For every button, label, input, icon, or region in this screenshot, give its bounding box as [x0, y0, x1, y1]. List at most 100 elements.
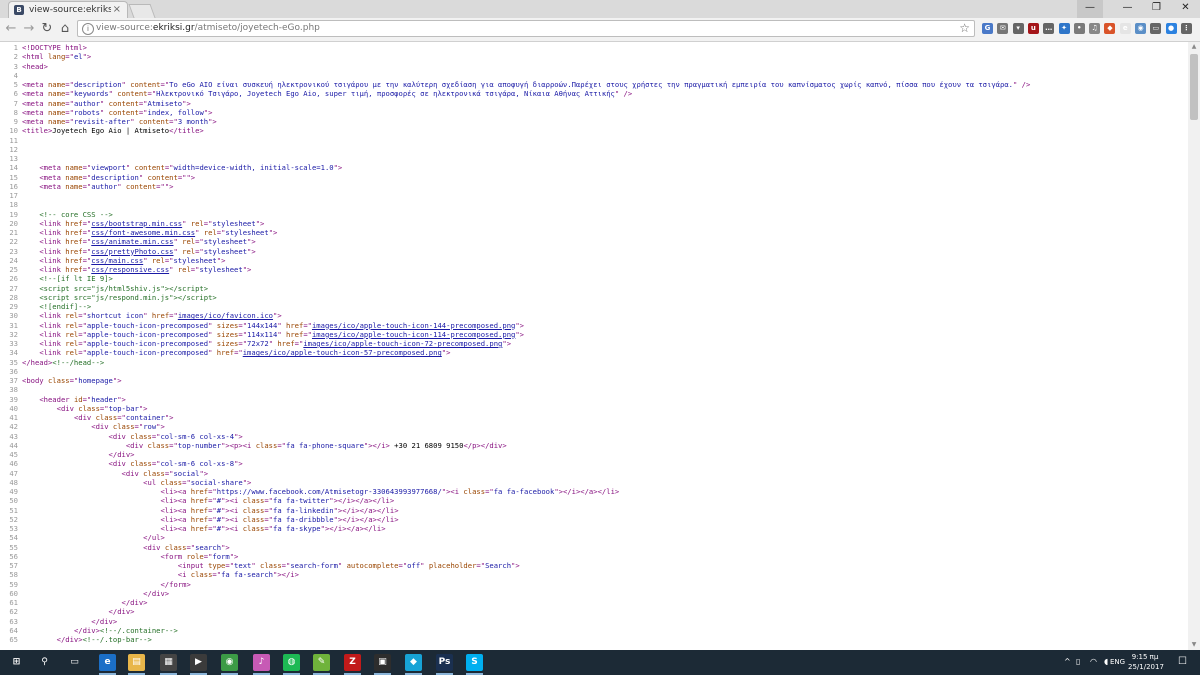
line-code: <li><a href="#"><i class="fa fa-dribbble… [160, 514, 399, 524]
line-code: </div> [108, 607, 135, 617]
notepad-icon[interactable]: ✎ [313, 654, 330, 671]
search-icon[interactable]: ⚲ [36, 654, 53, 671]
explorer-icon[interactable]: ▤ [128, 654, 145, 671]
line-code: <link rel="apple-touch-icon-precomposed"… [39, 348, 451, 358]
itunes-icon[interactable]: ♪ [253, 654, 270, 671]
line-code: <link rel="apple-touch-icon-precomposed"… [39, 329, 525, 339]
line-code: <form role="form"> [160, 551, 239, 561]
minimize-button[interactable]: — [1113, 0, 1142, 18]
puzzle-icon[interactable]: ✦ [1058, 23, 1070, 34]
scroll-thumb[interactable] [1190, 54, 1198, 120]
rss-icon[interactable]: ◉ [1135, 23, 1146, 34]
start-icon[interactable]: ⊞ [8, 654, 25, 671]
new-tab-button[interactable] [128, 4, 156, 18]
line-code: <body class="homepage"> [22, 376, 122, 385]
line-code: <meta name="description" content="Το eGo… [22, 80, 1031, 89]
clock-date: 25/1/2017 [1128, 663, 1164, 671]
line-code: <div class="container"> [73, 413, 174, 422]
volume-icon[interactable]: ◖ [1104, 657, 1108, 666]
line-code: <i class="fa fa-search"></i> [177, 570, 299, 580]
store-icon[interactable]: ▦ [160, 654, 177, 671]
source-view: 1 <!DOCTYPE html> 2 <html lang="el"> 3 <head>… [0, 42, 1188, 650]
reload-button[interactable]: ↻ [40, 21, 54, 37]
app-icon[interactable]: ▣ [374, 654, 391, 671]
line-code: </div> [108, 450, 135, 459]
address-url[interactable]: view-source:ekriksi.gr/atmiseto/joyetech… [96, 23, 320, 33]
translate-icon[interactable]: G [982, 23, 993, 34]
browser-tab[interactable]: B view-source:ekriksi.gr/atr × [8, 1, 128, 18]
tab-close-icon[interactable]: × [113, 4, 121, 15]
home-button[interactable]: ⌂ [58, 21, 72, 37]
hangouts-icon[interactable]: ♫ [1089, 23, 1101, 34]
line-code: <meta name="keywords" content="Ηλεκτρονι… [22, 89, 633, 99]
line-code: </div> [143, 588, 170, 598]
pocket-icon[interactable]: ▾ [1012, 23, 1024, 34]
line-code: <title>Joyetech Ego Aio | Atmiseto</titl… [22, 126, 204, 136]
scroll-up-arrow-icon[interactable]: ▲ [1188, 42, 1200, 52]
line-code: <!--[if lt IE 9]> [39, 274, 113, 284]
photoshop-icon[interactable]: Ps [436, 654, 453, 671]
menu-icon[interactable]: ⋮ [1180, 23, 1192, 34]
forward-button[interactable]: → [22, 21, 36, 37]
line-code: <div class="social"> [121, 468, 209, 478]
window-controls: — — ❐ ✕ [1077, 0, 1200, 18]
line-code: <link href="css/prettyPhoto.css" rel="st… [39, 246, 256, 256]
line-code: </ul> [143, 533, 165, 543]
line-code: <ul class="social-share"> [143, 477, 252, 487]
fire-icon[interactable]: ◆ [1104, 23, 1116, 34]
lastpass-icon[interactable]: … [1043, 23, 1055, 34]
line-number: 65 [9, 635, 18, 644]
close-window-button[interactable]: ✕ [1171, 0, 1200, 18]
line-code: </div><!--/.top-bar--> [56, 635, 152, 644]
filezilla-icon[interactable]: Z [344, 654, 361, 671]
maximize-button[interactable]: ❐ [1142, 0, 1171, 18]
browser-toolbar: ← → ↻ ⌂ i view-source:ekriksi.gr/atmiset… [0, 18, 1200, 42]
clock-time: 9:15 πμ [1131, 653, 1159, 661]
tray-chevron-icon[interactable]: ^ [1064, 657, 1071, 666]
line-code: <link href="css/bootstrap.min.css" rel="… [39, 218, 265, 228]
cast-icon[interactable]: ▭ [1150, 23, 1162, 34]
line-code: <!DOCTYPE html> [22, 43, 87, 52]
site-info-icon[interactable]: i [82, 23, 94, 35]
line-code: <div class="top-bar"> [56, 403, 148, 413]
line-code: <li><a href="#"><i class="fa fa-twitter"… [160, 496, 395, 506]
vertical-scrollbar[interactable]: ▲ ▼ [1188, 42, 1200, 650]
scroll-down-arrow-icon[interactable]: ▼ [1188, 640, 1200, 650]
line-code: <script src="js/html5shiv.js"></script> [39, 283, 209, 293]
spotify-icon[interactable]: ◍ [283, 654, 300, 671]
line-code: <li><a href="https://www.facebook.com/At… [160, 487, 620, 496]
mail-icon[interactable]: ✉ [997, 23, 1009, 34]
back-button[interactable]: ← [4, 21, 18, 37]
chrome-apps-icon[interactable]: ● [1165, 23, 1177, 34]
title-bar: B view-source:ekriksi.gr/atr × — — ❐ ✕ [0, 0, 1200, 18]
line-code: <div class="col-sm-6 col-xs-8"> [108, 459, 243, 469]
profile-button[interactable]: — [1077, 0, 1103, 18]
ext-badge-icon[interactable]: • [1073, 23, 1085, 34]
edge-icon[interactable]: e [99, 654, 116, 671]
notifications-icon[interactable]: ☐ [1178, 656, 1187, 667]
address-bar[interactable]: i view-source:ekriksi.gr/atmiseto/joyete… [77, 20, 975, 37]
ublock-icon[interactable]: u [1027, 23, 1039, 34]
line-code: <![endif]--> [39, 302, 92, 311]
line-code: <input type="text" class="search-form" a… [177, 561, 520, 570]
chrome-icon[interactable]: ◉ [221, 654, 238, 671]
line-code: <li><a href="#"><i class="fa fa-skype"><… [160, 524, 386, 533]
wifi-icon[interactable]: ◠ [1090, 657, 1097, 666]
media-icon[interactable]: ▶ [190, 654, 207, 671]
line-code: <link href="css/animate.min.css" rel="st… [39, 237, 256, 247]
source-line: 65 </div><!--/.top-bar--> [0, 635, 152, 645]
skype-icon[interactable]: S [466, 654, 483, 671]
task-view-icon[interactable]: ▭ [66, 654, 83, 671]
tab-favicon-icon: B [14, 5, 24, 15]
language-indicator[interactable]: ENG [1110, 658, 1125, 666]
line-code: </div> [91, 616, 118, 626]
bookmark-star-icon[interactable]: ☆ [959, 21, 970, 35]
kodi-icon[interactable]: ◆ [405, 654, 422, 671]
line-code: <meta name="revisit-after" content="3 mo… [22, 117, 217, 126]
line-code: <head> [22, 61, 48, 71]
line-code: <meta name="author" content=""> [39, 181, 174, 191]
line-code: <meta name="viewport" content="width=dev… [39, 163, 343, 173]
ebay-icon[interactable]: e [1119, 23, 1131, 34]
clock[interactable]: 9:15 πμ 25/1/2017 [1128, 652, 1164, 672]
network-icon[interactable]: ▯ [1076, 657, 1080, 666]
